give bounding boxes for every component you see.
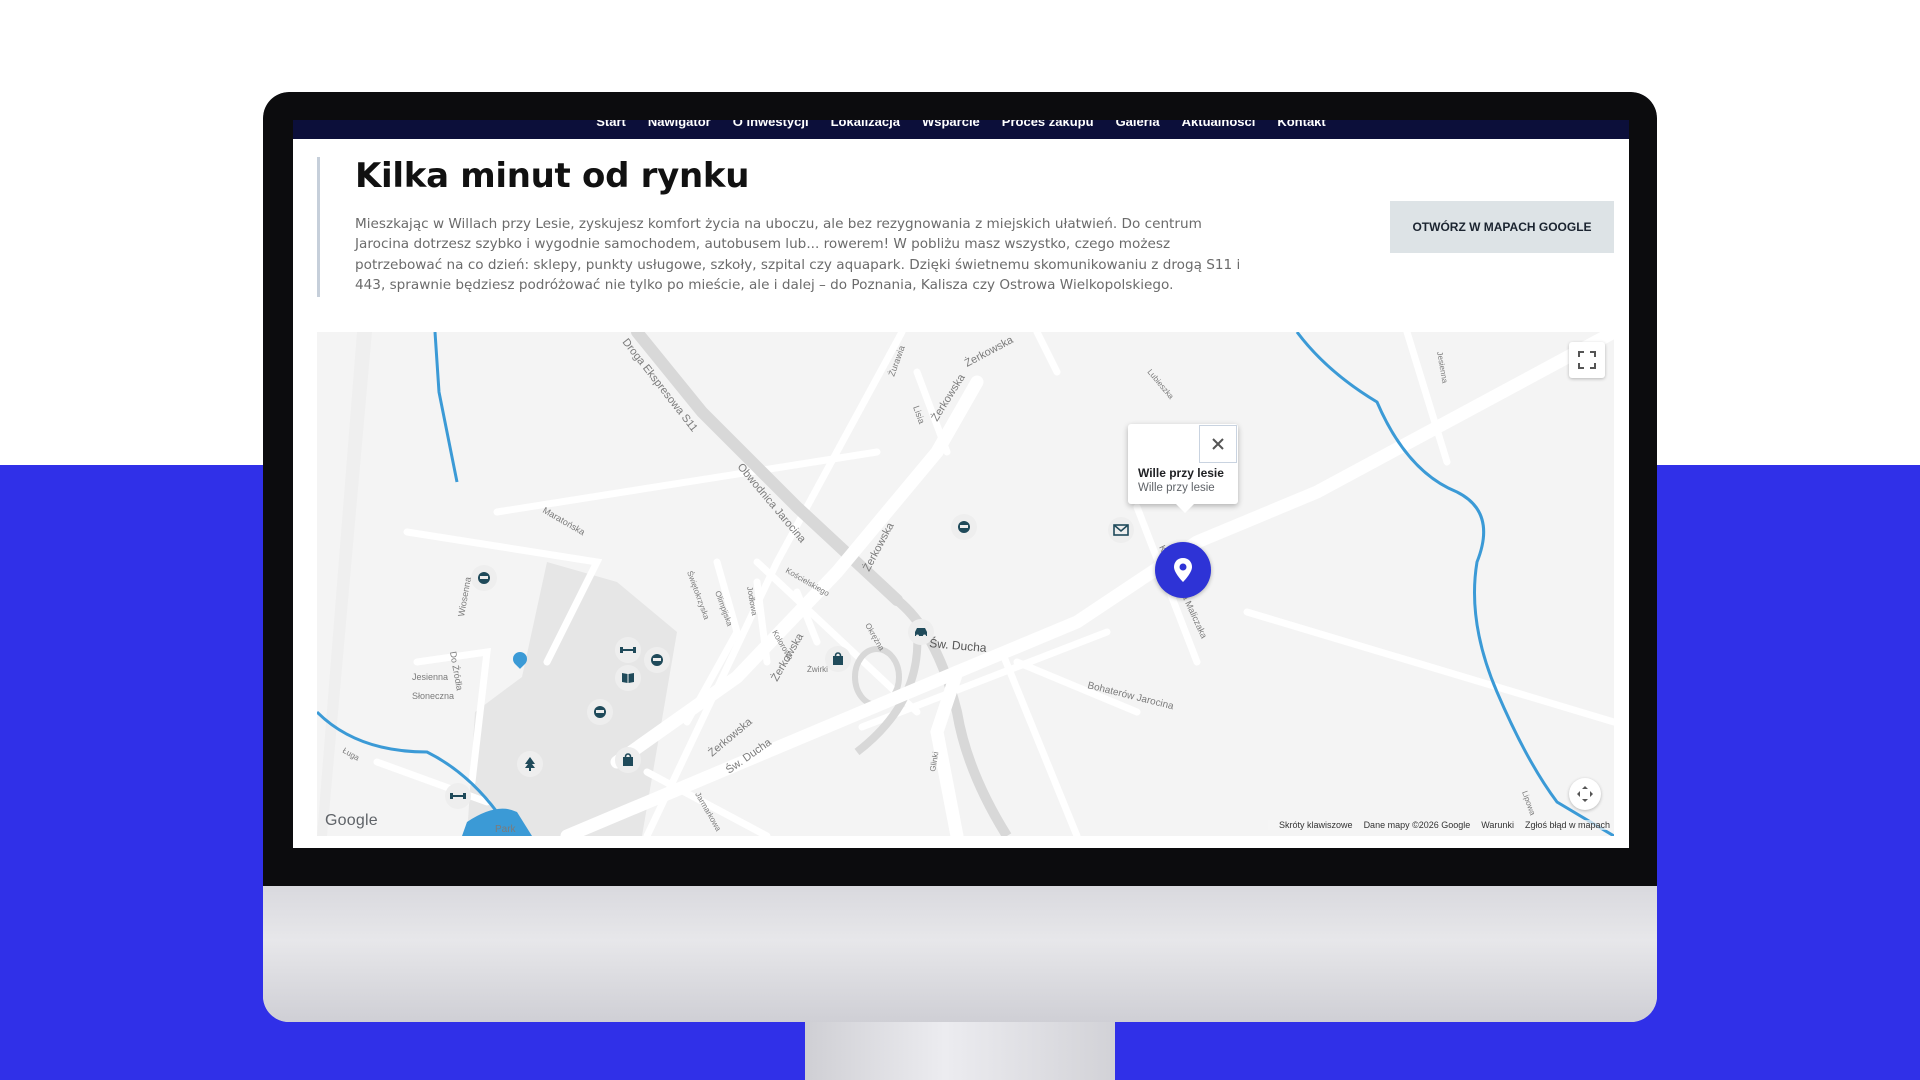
google-logo: Google: [325, 812, 378, 829]
street-label: Maratońska: [541, 505, 587, 537]
section-title: Kilka minut od rynku: [355, 156, 750, 196]
section-accent-line: [317, 157, 320, 297]
street-label: Słoneczna: [412, 691, 454, 701]
camera-control-button[interactable]: [1569, 778, 1601, 810]
info-window: Wille przy lesie Wille przy lesie: [1128, 424, 1238, 513]
street-label: Lisia: [911, 404, 927, 425]
location-marker[interactable]: [1155, 542, 1211, 598]
top-navigation: Start Nawigator O inwestycji Lokalizacja…: [293, 120, 1629, 139]
nav-item-nawigator[interactable]: Nawigator: [648, 120, 711, 129]
car-icon[interactable]: [908, 619, 934, 645]
nav-item-galeria[interactable]: Galeria: [1116, 120, 1160, 129]
section-description: Mieszkając w Willach przy Lesie, zyskuje…: [355, 216, 1241, 293]
map[interactable]: Droga Ekspresowa S11 Obwodnica Jarocina …: [317, 332, 1614, 836]
street-label: Park: [495, 824, 517, 835]
street-label: Lubieszka: [1145, 368, 1175, 402]
bus-stop-icon[interactable]: [951, 514, 977, 540]
nav-item-kontakt[interactable]: Kontakt: [1277, 120, 1325, 129]
mail-icon[interactable]: [1108, 517, 1134, 543]
open-google-maps-button[interactable]: OTWÓRZ W MAPACH GOOGLE: [1390, 201, 1614, 253]
keyboard-shortcuts-link[interactable]: Skróty klawiszowe: [1279, 820, 1353, 830]
nav-item-o-inwestycji[interactable]: O inwestycji: [733, 120, 809, 129]
street-label: Lipowa: [1520, 790, 1537, 817]
nav-item-lokalizacja[interactable]: Lokalizacja: [831, 120, 900, 129]
street-label: Wiosenna: [456, 576, 473, 617]
close-icon: [1212, 438, 1224, 450]
bus-stop-icon[interactable]: [644, 647, 670, 673]
street-label: Jesienna: [1435, 351, 1450, 385]
street-label: Ługa: [341, 746, 361, 763]
pan-arrows-icon: [1577, 786, 1593, 802]
tree-icon[interactable]: [517, 751, 543, 777]
info-window-close-button[interactable]: [1199, 425, 1237, 463]
street-label: Jesienna: [412, 672, 448, 682]
street-label: Żerkowska: [962, 333, 1016, 370]
nav-item-wsparcie[interactable]: Wsparcie: [922, 120, 980, 129]
street-label: Świętokrzyska: [685, 570, 711, 622]
fullscreen-icon: [1578, 351, 1596, 369]
map-roads: Droga Ekspresowa S11 Obwodnica Jarocina …: [317, 332, 1614, 836]
shopping-bag-icon[interactable]: [615, 747, 641, 773]
bus-stop-icon[interactable]: [471, 565, 497, 591]
info-window-title: Wille przy lesie: [1138, 466, 1224, 480]
bus-stop-icon[interactable]: [587, 699, 613, 725]
nav-item-proces-zakupu[interactable]: Proces zakupu: [1002, 120, 1094, 129]
street-label: Żwirki: [807, 665, 828, 674]
fullscreen-button[interactable]: [1569, 342, 1605, 378]
map-data-credit: Dane mapy ©2026 Google: [1363, 820, 1471, 830]
gym-icon[interactable]: [615, 637, 641, 663]
shopping-bag-icon[interactable]: [825, 646, 851, 672]
gym-icon[interactable]: [445, 783, 471, 809]
library-icon[interactable]: [615, 665, 641, 691]
terms-link[interactable]: Warunki: [1481, 820, 1514, 830]
screen: Start Nawigator O inwestycji Lokalizacja…: [293, 120, 1629, 848]
info-window-subtitle: Wille przy lesie: [1138, 482, 1215, 494]
nav-item-aktualnosci[interactable]: Aktualności: [1182, 120, 1256, 129]
map-attribution: Skróty klawiszowe Dane mapy ©2026 Google…: [1268, 820, 1610, 830]
monitor-chin: [263, 886, 1657, 1022]
map-pin-icon: [1174, 558, 1192, 582]
nav-item-start[interactable]: Start: [596, 120, 626, 129]
report-error-link[interactable]: Zgłoś błąd w mapach: [1525, 820, 1610, 830]
monitor-stand: [805, 1020, 1115, 1080]
